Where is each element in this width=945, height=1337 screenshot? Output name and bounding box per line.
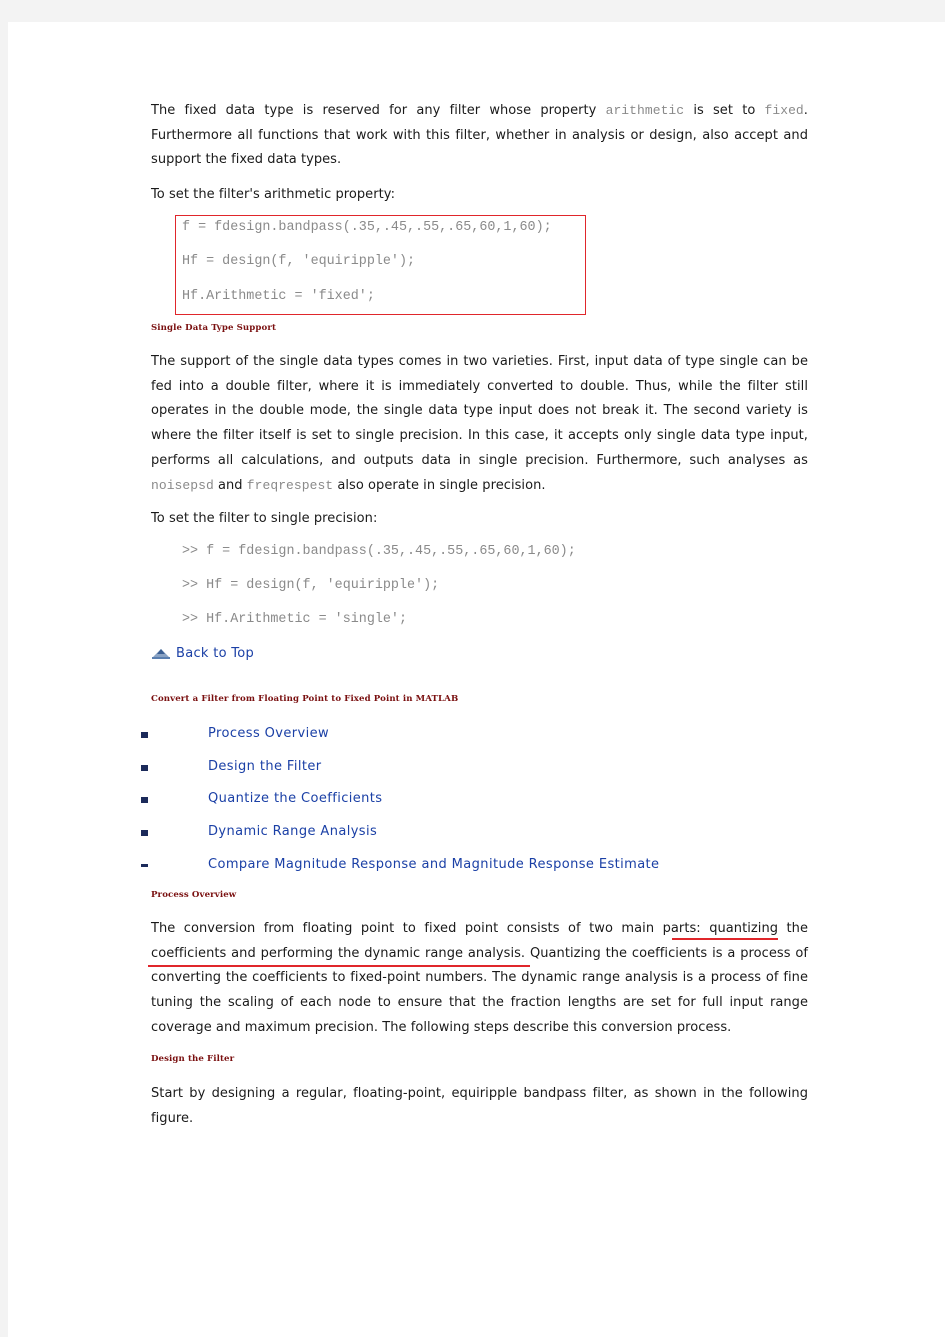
bullet-icon [141, 732, 148, 738]
set-single-text: To set the filter to single precision: [151, 511, 378, 526]
code-noisepsd: noisepsd [151, 477, 214, 493]
code-line: Hf.Arithmetic = 'fixed'; [182, 289, 375, 304]
code-arithmetic: arithmetic [605, 103, 685, 118]
annotation-underline [672, 938, 778, 940]
single-paragraph: The support of the single data types com… [151, 350, 808, 498]
section-heading: Process Overview [151, 890, 237, 900]
section-heading: Convert a Filter from Floating Point to … [151, 694, 459, 704]
toc-link-compare[interactable]: Compare Magnitude Response and Magnitude… [208, 857, 659, 872]
bullet-icon [141, 830, 148, 836]
intro-paragraph: The fixed data type is reserved for any … [151, 99, 808, 173]
code-line: >> f = fdesign.bandpass(.35,.45,.55,.65,… [182, 544, 576, 559]
single-text: The support of the single data types com… [151, 354, 808, 468]
set-arith-text: To set the filter's arithmetic property: [151, 187, 395, 202]
code-line: >> Hf = design(f, 'equiripple'); [182, 578, 440, 593]
code-line: f = fdesign.bandpass(.35,.45,.55,.65,60,… [182, 220, 552, 235]
section-heading: Design the Filter [151, 1054, 235, 1064]
intro-text: The fixed data type is reserved for any … [151, 103, 606, 118]
code-line: >> Hf.Arithmetic = 'single'; [182, 612, 407, 627]
bullet-icon [141, 765, 148, 771]
bullet-icon [141, 797, 148, 803]
code-freqrespest: freqrespest [246, 477, 334, 493]
intro-period: . [803, 103, 808, 118]
intro-text-rest: Furthermore all functions that work with… [151, 127, 808, 168]
single-text-end: also operate in single precision. [333, 477, 546, 493]
intro-text-mid: is set to [684, 103, 765, 118]
design-filter-paragraph: Start by designing a regular, floating-p… [151, 1086, 808, 1126]
section-heading: Single Data Type Support [151, 323, 277, 333]
back-to-top-link[interactable]: Back to Top [176, 646, 254, 661]
code-line: Hf = design(f, 'equiripple'); [182, 254, 416, 269]
single-and: and [213, 477, 247, 493]
toc-link-design-filter[interactable]: Design the Filter [208, 759, 321, 774]
annotation-underline [148, 965, 530, 967]
process-text: The conversion from floating point to fi… [151, 921, 710, 936]
toc-link-quantize[interactable]: Quantize the Coefficients [208, 791, 382, 806]
toc-link-dynamic-range[interactable]: Dynamic Range Analysis [208, 824, 377, 839]
process-overview-paragraph: The conversion from floating point to fi… [151, 917, 808, 1041]
back-to-top-icon[interactable] [150, 646, 172, 662]
toc-link-process-overview[interactable]: Process Overview [208, 726, 329, 741]
code-fixed: fixed [764, 103, 804, 118]
bullet-icon [141, 864, 148, 867]
